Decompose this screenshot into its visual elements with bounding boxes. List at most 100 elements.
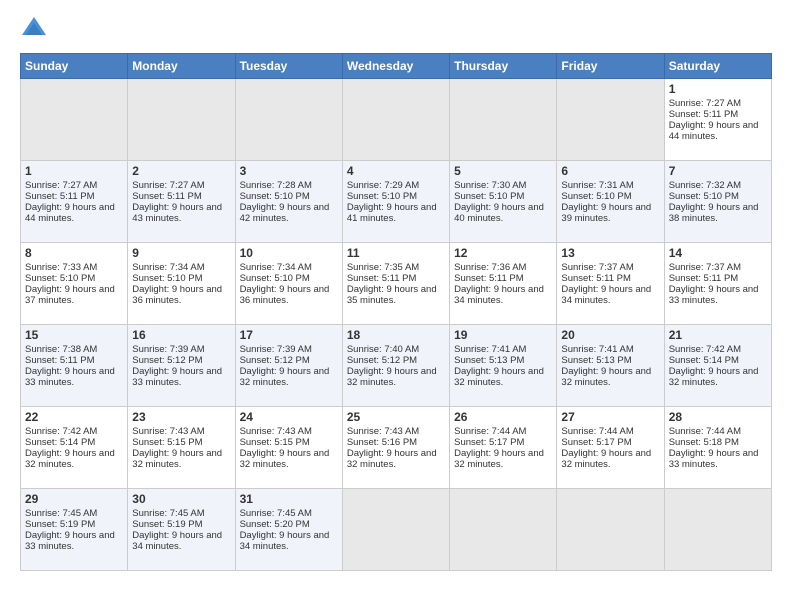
- sunrise: Sunrise: 7:41 AM: [561, 344, 633, 355]
- sunset: Sunset: 5:11 PM: [25, 355, 95, 366]
- calendar-week-4: 15 Sunrise: 7:38 AM Sunset: 5:11 PM Dayl…: [21, 325, 772, 407]
- day-number: 15: [25, 328, 123, 342]
- logo: [20, 15, 52, 43]
- calendar-cell: 20 Sunrise: 7:41 AM Sunset: 5:13 PM Dayl…: [557, 325, 664, 407]
- daylight: Daylight: 9 hours and 43 minutes.: [132, 202, 222, 224]
- daylight: Daylight: 9 hours and 36 minutes.: [132, 284, 222, 306]
- sunrise: Sunrise: 7:32 AM: [669, 180, 741, 191]
- day-number: 26: [454, 410, 552, 424]
- daylight: Daylight: 9 hours and 32 minutes.: [561, 448, 651, 470]
- calendar-cell: 28 Sunrise: 7:44 AM Sunset: 5:18 PM Dayl…: [664, 407, 771, 489]
- sunrise: Sunrise: 7:27 AM: [25, 180, 97, 191]
- calendar-cell: 8 Sunrise: 7:33 AM Sunset: 5:10 PM Dayli…: [21, 243, 128, 325]
- sunrise: Sunrise: 7:43 AM: [132, 426, 204, 437]
- calendar-cell: [450, 79, 557, 161]
- sunset: Sunset: 5:12 PM: [132, 355, 202, 366]
- calendar-cell: 21 Sunrise: 7:42 AM Sunset: 5:14 PM Dayl…: [664, 325, 771, 407]
- sunset: Sunset: 5:18 PM: [669, 437, 739, 448]
- sunset: Sunset: 5:10 PM: [347, 191, 417, 202]
- sunrise: Sunrise: 7:43 AM: [347, 426, 419, 437]
- daylight: Daylight: 9 hours and 34 minutes.: [454, 284, 544, 306]
- daylight: Daylight: 9 hours and 34 minutes.: [561, 284, 651, 306]
- sunset: Sunset: 5:11 PM: [669, 109, 739, 120]
- daylight: Daylight: 9 hours and 34 minutes.: [132, 530, 222, 552]
- sunrise: Sunrise: 7:28 AM: [240, 180, 312, 191]
- day-number: 17: [240, 328, 338, 342]
- sunset: Sunset: 5:11 PM: [25, 191, 95, 202]
- day-number: 22: [25, 410, 123, 424]
- day-number: 25: [347, 410, 445, 424]
- day-number: 18: [347, 328, 445, 342]
- sunrise: Sunrise: 7:27 AM: [669, 98, 741, 109]
- calendar-header-row: SundayMondayTuesdayWednesdayThursdayFrid…: [21, 54, 772, 79]
- daylight: Daylight: 9 hours and 32 minutes.: [561, 366, 651, 388]
- calendar-cell: 18 Sunrise: 7:40 AM Sunset: 5:12 PM Dayl…: [342, 325, 449, 407]
- day-number: 2: [132, 164, 230, 178]
- day-number: 12: [454, 246, 552, 260]
- sunset: Sunset: 5:17 PM: [454, 437, 524, 448]
- sunset: Sunset: 5:11 PM: [454, 273, 524, 284]
- sunrise: Sunrise: 7:44 AM: [454, 426, 526, 437]
- daylight: Daylight: 9 hours and 32 minutes.: [347, 366, 437, 388]
- daylight: Daylight: 9 hours and 36 minutes.: [240, 284, 330, 306]
- day-number: 5: [454, 164, 552, 178]
- sunrise: Sunrise: 7:45 AM: [132, 508, 204, 519]
- calendar-cell: [664, 489, 771, 571]
- calendar-cell: 5 Sunrise: 7:30 AM Sunset: 5:10 PM Dayli…: [450, 161, 557, 243]
- daylight: Daylight: 9 hours and 41 minutes.: [347, 202, 437, 224]
- sunrise: Sunrise: 7:30 AM: [454, 180, 526, 191]
- calendar-header-tuesday: Tuesday: [235, 54, 342, 79]
- day-number: 27: [561, 410, 659, 424]
- logo-icon: [20, 15, 48, 43]
- sunset: Sunset: 5:20 PM: [240, 519, 310, 530]
- day-number: 6: [561, 164, 659, 178]
- sunrise: Sunrise: 7:38 AM: [25, 344, 97, 355]
- day-number: 10: [240, 246, 338, 260]
- day-number: 16: [132, 328, 230, 342]
- calendar-cell: 22 Sunrise: 7:42 AM Sunset: 5:14 PM Dayl…: [21, 407, 128, 489]
- day-number: 14: [669, 246, 767, 260]
- calendar-cell: 23 Sunrise: 7:43 AM Sunset: 5:15 PM Dayl…: [128, 407, 235, 489]
- sunrise: Sunrise: 7:29 AM: [347, 180, 419, 191]
- sunset: Sunset: 5:10 PM: [132, 273, 202, 284]
- daylight: Daylight: 9 hours and 35 minutes.: [347, 284, 437, 306]
- calendar-week-6: 29 Sunrise: 7:45 AM Sunset: 5:19 PM Dayl…: [21, 489, 772, 571]
- day-number: 24: [240, 410, 338, 424]
- sunset: Sunset: 5:12 PM: [347, 355, 417, 366]
- daylight: Daylight: 9 hours and 33 minutes.: [132, 366, 222, 388]
- day-number: 13: [561, 246, 659, 260]
- sunset: Sunset: 5:10 PM: [454, 191, 524, 202]
- sunrise: Sunrise: 7:35 AM: [347, 262, 419, 273]
- sunset: Sunset: 5:10 PM: [561, 191, 631, 202]
- calendar-cell: [235, 79, 342, 161]
- page: SundayMondayTuesdayWednesdayThursdayFrid…: [0, 0, 792, 612]
- sunrise: Sunrise: 7:42 AM: [669, 344, 741, 355]
- calendar-cell: [557, 489, 664, 571]
- sunset: Sunset: 5:14 PM: [669, 355, 739, 366]
- calendar-cell: 30 Sunrise: 7:45 AM Sunset: 5:19 PM Dayl…: [128, 489, 235, 571]
- day-number: 1: [25, 164, 123, 178]
- calendar-cell: 13 Sunrise: 7:37 AM Sunset: 5:11 PM Dayl…: [557, 243, 664, 325]
- calendar-cell: 1 Sunrise: 7:27 AM Sunset: 5:11 PM Dayli…: [664, 79, 771, 161]
- sunset: Sunset: 5:15 PM: [132, 437, 202, 448]
- day-number: 20: [561, 328, 659, 342]
- daylight: Daylight: 9 hours and 33 minutes.: [669, 448, 759, 470]
- calendar-cell: 14 Sunrise: 7:37 AM Sunset: 5:11 PM Dayl…: [664, 243, 771, 325]
- day-number: 23: [132, 410, 230, 424]
- sunset: Sunset: 5:14 PM: [25, 437, 95, 448]
- daylight: Daylight: 9 hours and 32 minutes.: [669, 366, 759, 388]
- daylight: Daylight: 9 hours and 32 minutes.: [454, 366, 544, 388]
- calendar-cell: 9 Sunrise: 7:34 AM Sunset: 5:10 PM Dayli…: [128, 243, 235, 325]
- calendar-cell: 3 Sunrise: 7:28 AM Sunset: 5:10 PM Dayli…: [235, 161, 342, 243]
- calendar-cell: 6 Sunrise: 7:31 AM Sunset: 5:10 PM Dayli…: [557, 161, 664, 243]
- calendar-cell: [21, 79, 128, 161]
- calendar-cell: [342, 489, 449, 571]
- daylight: Daylight: 9 hours and 32 minutes.: [240, 366, 330, 388]
- day-number: 30: [132, 492, 230, 506]
- sunrise: Sunrise: 7:42 AM: [25, 426, 97, 437]
- calendar-header-thursday: Thursday: [450, 54, 557, 79]
- daylight: Daylight: 9 hours and 32 minutes.: [132, 448, 222, 470]
- daylight: Daylight: 9 hours and 33 minutes.: [25, 530, 115, 552]
- calendar-cell: 10 Sunrise: 7:34 AM Sunset: 5:10 PM Dayl…: [235, 243, 342, 325]
- sunrise: Sunrise: 7:31 AM: [561, 180, 633, 191]
